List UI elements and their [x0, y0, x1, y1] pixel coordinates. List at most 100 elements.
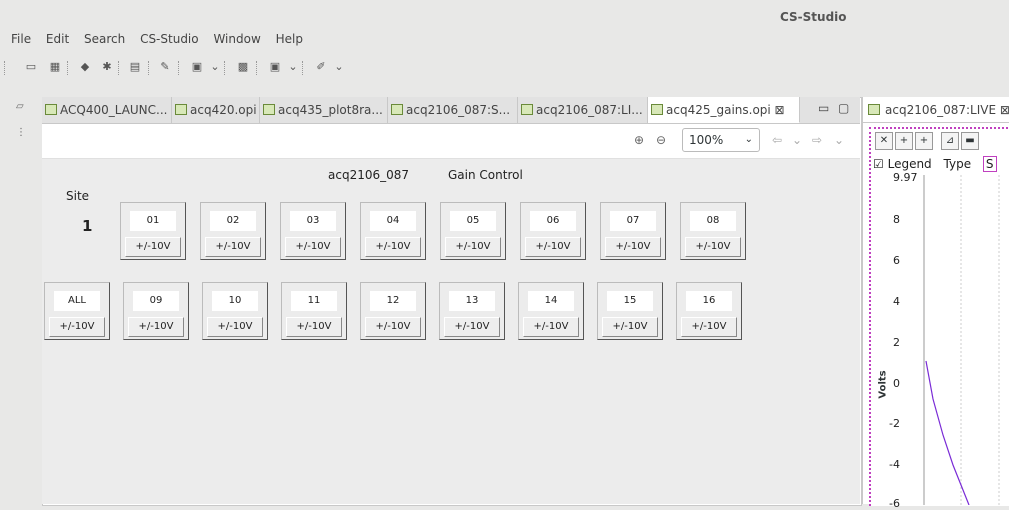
new-display-icon[interactable]: ▤ — [128, 60, 142, 74]
zoom-in-icon[interactable]: ⊕ — [634, 133, 644, 147]
channel-cell: 06 +/-10V — [520, 202, 586, 260]
gain-button[interactable]: +/-10V — [523, 317, 579, 337]
menu-bar: File Edit Search CS-Studio Window Help — [0, 30, 1009, 52]
restore-icon[interactable]: ▱ — [16, 101, 28, 113]
channel-number: 04 — [370, 211, 416, 231]
tab-label: ACQ400_LAUNC... — [60, 103, 168, 117]
channel-cell: 04 +/-10V — [360, 202, 426, 260]
gain-button[interactable]: +/-10V — [445, 237, 501, 257]
tab-acq2106-live[interactable]: acq2106_087:LIVE ⊠ — [863, 97, 1009, 123]
forward-icon[interactable]: ⇨ — [812, 133, 822, 147]
menu-cs-studio[interactable]: CS-Studio — [140, 32, 199, 46]
channel-cell: 11 +/-10V — [281, 282, 347, 340]
grid-icon[interactable]: ▩ — [236, 60, 250, 74]
toolbar-separator — [178, 61, 180, 75]
channel-cell: 08 +/-10V — [680, 202, 746, 260]
gain-button[interactable]: +/-10V — [444, 317, 500, 337]
tab-acq2106-s[interactable]: acq2106_087:S... — [388, 97, 518, 123]
chevron-down-icon: ⌄ — [744, 134, 753, 145]
tab-label: acq420.opi — [190, 103, 257, 117]
channel-cell: ALL +/-10V — [44, 282, 110, 340]
channel-cell: 14 +/-10V — [518, 282, 584, 340]
gain-button[interactable]: +/-10V — [207, 317, 263, 337]
zoom-select[interactable]: 100% ⌄ — [682, 128, 760, 152]
toolbar-separator — [148, 61, 150, 75]
toolbar-separator — [118, 61, 120, 75]
menu-window[interactable]: Window — [213, 32, 260, 46]
gain-button[interactable]: +/-10V — [605, 237, 661, 257]
cursor-tool-icon[interactable]: ✕ — [875, 132, 893, 150]
channel-cell: 10 +/-10V — [202, 282, 268, 340]
chevron-down-icon[interactable]: ⌄ — [792, 133, 802, 147]
type-label: Type — [943, 157, 972, 171]
gain-button[interactable]: +/-10V — [685, 237, 741, 257]
gain-button[interactable]: +/-10V — [49, 317, 105, 337]
display-icon[interactable]: ▣ — [268, 60, 282, 74]
tab-acq420[interactable]: acq420.opi — [172, 97, 260, 123]
gain-button[interactable]: +/-10V — [205, 237, 261, 257]
zoom-out-icon[interactable]: ⊖ — [656, 133, 666, 147]
channel-number: 14 — [528, 291, 574, 311]
channel-cell: 09 +/-10V — [123, 282, 189, 340]
gain-button[interactable]: +/-10V — [602, 317, 658, 337]
gain-button[interactable]: +/-10V — [285, 237, 341, 257]
zoom-out-tool-icon[interactable]: + — [915, 132, 933, 150]
chevron-down-icon[interactable]: ⌄ — [208, 60, 222, 74]
y-tick: -4 — [889, 458, 900, 471]
gain-button[interactable]: +/-10V — [525, 237, 581, 257]
s-label[interactable]: S — [982, 156, 997, 172]
gain-button[interactable]: +/-10V — [365, 317, 421, 337]
back-icon[interactable]: ⇦ — [772, 133, 782, 147]
edit-icon[interactable]: ✎ — [158, 60, 172, 74]
new-file-icon[interactable]: ▭ — [24, 60, 38, 74]
channel-number: 15 — [607, 291, 653, 311]
menu-help[interactable]: Help — [276, 32, 303, 46]
menu-search[interactable]: Search — [84, 32, 125, 46]
chevron-down-icon[interactable]: ⌄ — [834, 133, 844, 147]
tab-acq2106-li[interactable]: acq2106_087:LI... — [518, 97, 648, 123]
autoscale-icon[interactable]: ⊿ — [941, 132, 959, 150]
gain-button[interactable]: +/-10V — [286, 317, 342, 337]
chevron-down-icon[interactable]: ⌄ — [332, 60, 346, 74]
gain-button[interactable]: +/-10V — [681, 317, 737, 337]
channel-number: 07 — [610, 211, 656, 231]
save-icon[interactable]: ▦ — [48, 60, 62, 74]
maximize-button[interactable]: ▢ — [838, 101, 849, 115]
zoom-in-tool-icon[interactable]: + — [895, 132, 913, 150]
pencil-icon[interactable]: ✐ — [314, 60, 328, 74]
image-icon[interactable]: ▣ — [190, 60, 204, 74]
pin-icon[interactable]: ✱ — [100, 60, 114, 74]
chevron-down-icon[interactable]: ⌄ — [286, 60, 300, 74]
channel-number: 03 — [290, 211, 336, 231]
opi-file-icon — [651, 104, 663, 115]
legend-checkbox[interactable]: ☑ — [873, 157, 884, 171]
run-icon[interactable]: ◆ — [78, 60, 92, 74]
channel-cell: 16 +/-10V — [676, 282, 742, 340]
tab-acq425-gains[interactable]: acq425_gains.opi ⊠ — [648, 97, 800, 123]
toolbar-separator — [256, 61, 258, 75]
y-tick: 9.97 — [893, 171, 918, 184]
tab-acq435-plot[interactable]: acq435_plot8ra... — [260, 97, 388, 123]
stagger-icon[interactable]: ▬ — [961, 132, 979, 150]
y-tick: 4 — [893, 295, 900, 308]
live-plot-pane: acq2106_087:LIVE ⊠ ✕ + + ⊿ ▬ ☑ Legend Ty… — [862, 97, 1009, 510]
channel-number: ALL — [54, 291, 100, 311]
editor-tabs: ACQ400_LAUNC... acq420.opi acq435_plot8r… — [42, 97, 860, 124]
tab-label: acq435_plot8ra... — [278, 103, 383, 117]
title-bar: CS-Studio — [0, 0, 1009, 30]
gain-button[interactable]: +/-10V — [128, 317, 184, 337]
opi-display: acq2106_087 Gain Control Site 1 01 +/-10V… — [42, 159, 860, 504]
menu-edit[interactable]: Edit — [46, 32, 69, 46]
navigator-icon[interactable]: ⋮ — [16, 127, 28, 139]
legend-row: ☑ Legend Type S — [873, 156, 997, 172]
channel-cell: 12 +/-10V — [360, 282, 426, 340]
opi-file-icon — [175, 104, 187, 115]
opi-file-icon — [868, 104, 880, 115]
gain-button[interactable]: +/-10V — [125, 237, 181, 257]
y-axis-label: Volts — [877, 370, 889, 399]
channel-cell: 01 +/-10V — [120, 202, 186, 260]
menu-file[interactable]: File — [11, 32, 31, 46]
tab-acq400-launcher[interactable]: ACQ400_LAUNC... — [42, 97, 172, 123]
gain-button[interactable]: +/-10V — [365, 237, 421, 257]
minimize-button[interactable]: ▭ — [818, 101, 829, 115]
